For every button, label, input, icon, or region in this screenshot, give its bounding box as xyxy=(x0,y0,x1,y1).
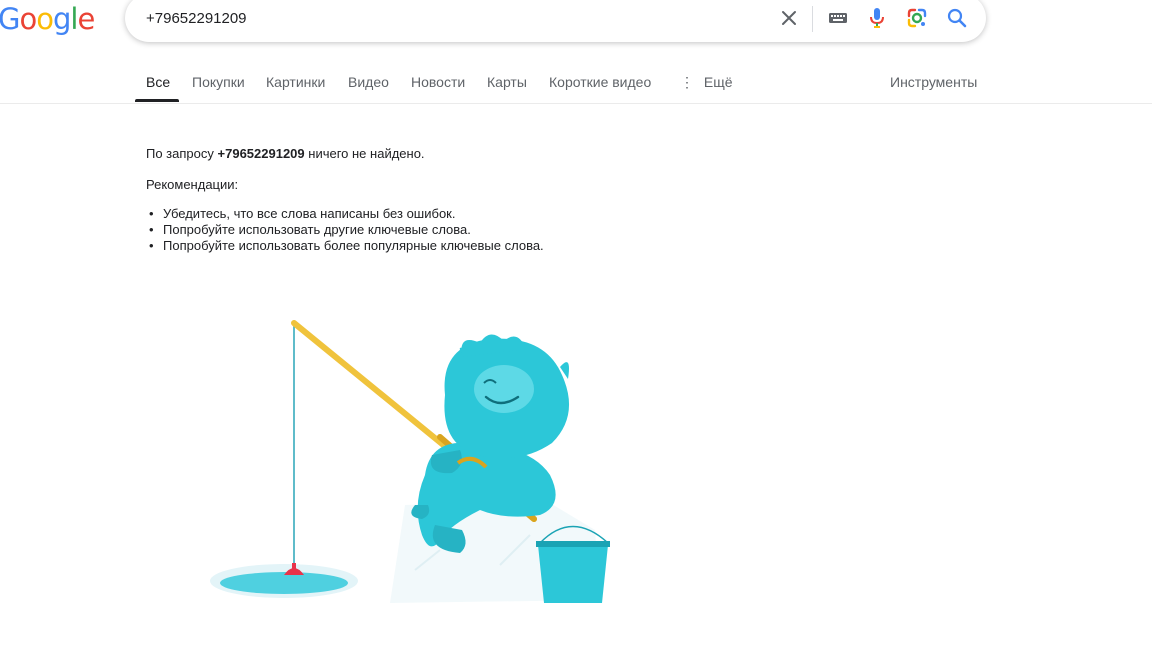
more-vert-icon: ⋮ xyxy=(680,74,694,90)
recommendation-item: Попробуйте использовать другие ключевые … xyxy=(146,222,544,238)
recommendation-item: Убедитесь, что все слова написаны без ош… xyxy=(146,206,544,222)
google-logo[interactable]: Google xyxy=(0,2,95,36)
search-bar[interactable]: +79652291209 xyxy=(125,0,986,42)
no-results-line: По запросу +79652291209 ничего не найден… xyxy=(146,146,425,161)
no-results-prefix: По запросу xyxy=(146,146,214,161)
tab-short-videos[interactable]: Короткие видео xyxy=(549,74,651,90)
tab-shopping[interactable]: Покупки xyxy=(192,74,245,90)
recommendations-list: Убедитесь, что все слова написаны без ош… xyxy=(146,206,544,254)
search-bar-divider xyxy=(812,6,813,32)
tab-videos[interactable]: Видео xyxy=(348,74,389,90)
tab-maps[interactable]: Карты xyxy=(487,74,527,90)
no-results-suffix: ничего не найдено. xyxy=(308,146,425,161)
no-results-query: +79652291209 xyxy=(217,146,305,161)
active-tab-indicator xyxy=(135,99,179,102)
logo-letter-2: o xyxy=(19,2,37,36)
logo-letter-6: e xyxy=(77,2,95,36)
logo-letter-4: g xyxy=(52,2,71,36)
microphone-icon[interactable] xyxy=(865,6,889,30)
search-icon[interactable] xyxy=(945,6,969,30)
tab-images[interactable]: Картинки xyxy=(266,74,325,90)
tab-news[interactable]: Новости xyxy=(411,74,465,90)
tab-more-label: Ещё xyxy=(703,74,733,90)
keyboard-icon[interactable] xyxy=(826,6,850,30)
logo-letter-3: o xyxy=(36,2,54,36)
fishing-creature-illustration xyxy=(200,305,640,620)
logo-letter-5: l xyxy=(70,2,78,36)
search-input[interactable]: +79652291209 xyxy=(146,10,247,27)
recommendation-item: Попробуйте использовать более популярные… xyxy=(146,238,544,254)
tab-more[interactable]: ⋮ Ещё xyxy=(680,74,733,91)
close-icon[interactable] xyxy=(777,6,801,30)
logo-letter-1: G xyxy=(0,2,21,36)
tab-all[interactable]: Все xyxy=(146,74,170,90)
recommendations-heading: Рекомендации: xyxy=(146,177,239,192)
search-tabs: Все Покупки Картинки Видео Новости Карты… xyxy=(0,66,1152,104)
tools-button[interactable]: Инструменты xyxy=(890,74,977,90)
google-lens-icon[interactable] xyxy=(905,6,929,30)
